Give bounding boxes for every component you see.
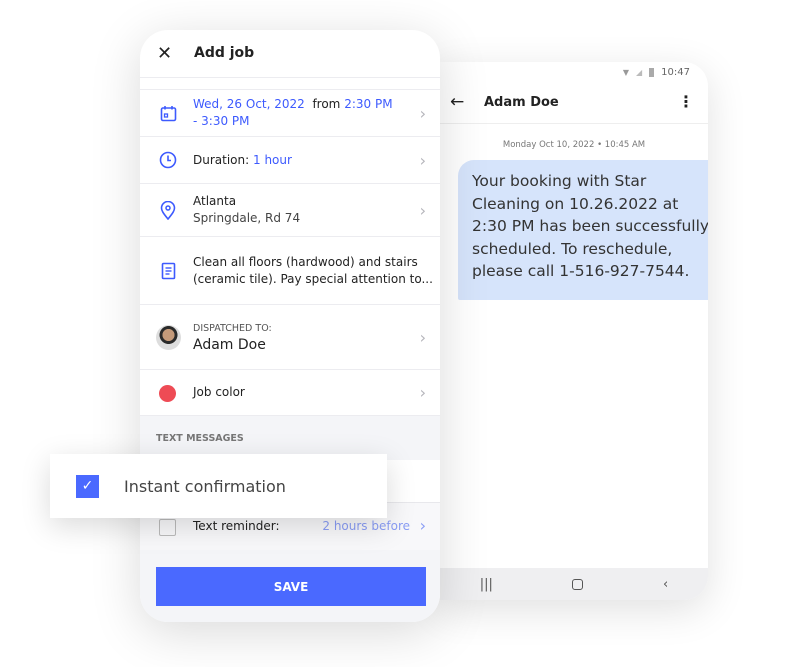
location-street: Springdale, Rd 74 [193, 211, 301, 225]
chevron-right-icon: › [419, 103, 426, 123]
location-row[interactable]: Atlanta Springdale, Rd 74 › [140, 184, 440, 237]
time-end: 3:30 PM [201, 114, 250, 128]
more-options-icon[interactable]: ⋮ [678, 92, 694, 111]
job-color-row[interactable]: Job color › [140, 370, 440, 416]
location-pin-icon [158, 200, 178, 220]
dispatched-row[interactable]: DISPATCHED TO: Adam Doe › [140, 305, 440, 370]
add-job-header: ✕ Add job [140, 30, 440, 78]
recent-apps-icon[interactable]: ||| [480, 577, 493, 592]
instant-confirmation-label: Instant confirmation [124, 477, 286, 496]
checkbox-checked-icon[interactable]: ✓ [76, 475, 99, 498]
calendar-icon [158, 103, 178, 123]
duration-label: Duration: [193, 152, 250, 167]
android-nav-bar: ||| ‹ [440, 568, 708, 600]
location-city: Atlanta [193, 194, 237, 208]
notes-row[interactable]: Clean all floors (hardwood) and stairs (c… [140, 237, 440, 305]
close-icon[interactable]: ✕ [157, 43, 172, 64]
battery-icon [649, 68, 655, 77]
job-color-swatch [159, 385, 176, 402]
dispatched-label: DISPATCHED TO: [193, 323, 272, 334]
contact-name: Adam Doe [484, 95, 559, 110]
page-title: Add job [194, 45, 255, 61]
status-bar: ▼ ◢ 10:47 [623, 67, 690, 78]
chevron-right-icon: › [419, 383, 426, 402]
from-label: from [312, 97, 341, 111]
sms-phone: ▼ ◢ 10:47 ← Adam Doe ⋮ Monday Oct 10, 20… [440, 62, 708, 600]
clock-icon [158, 150, 178, 170]
back-icon[interactable]: ‹ [663, 577, 668, 592]
partial-row [140, 78, 440, 90]
date-row[interactable]: Wed, 26 Oct, 2022 from 2:30 PM - 3:30 PM… [140, 90, 440, 137]
job-date: Wed, 26 Oct, 2022 [193, 97, 305, 111]
notes-line: Clean all floors (hardwood) and stairs [193, 254, 418, 269]
chevron-right-icon: › [419, 516, 426, 535]
chevron-right-icon: › [419, 327, 426, 347]
status-time: 10:47 [661, 67, 690, 78]
reminder-value[interactable]: 2 hours before [322, 519, 410, 533]
document-icon [158, 261, 178, 281]
avatar [156, 325, 181, 350]
section-heading: TEXT MESSAGES [156, 433, 244, 444]
signal-icon: ◢ [636, 68, 643, 77]
home-icon[interactable] [572, 578, 584, 590]
sms-header: ← Adam Doe ⋮ [440, 84, 708, 124]
instant-confirmation-card[interactable]: ✓ Instant confirmation [50, 454, 387, 518]
duration-value: 1 hour [253, 152, 292, 167]
duration-row[interactable]: Duration: 1 hour › [140, 137, 440, 184]
notes-line: (ceramic tile). Pay special attention to… [193, 271, 433, 286]
reminder-label: Text reminder: [193, 519, 280, 533]
text-messages-section: TEXT MESSAGES Text reminder: 2 hours bef… [140, 416, 440, 622]
message-timestamp: Monday Oct 10, 2022 • 10:45 AM [502, 140, 646, 150]
save-button[interactable]: SAVE [156, 567, 426, 606]
back-arrow-icon[interactable]: ← [450, 92, 464, 112]
job-color-label: Job color [193, 385, 245, 399]
add-job-phone: ✕ Add job Wed, 26 Oct, 2022 from 2:30 PM… [140, 30, 440, 622]
chevron-right-icon: › [419, 150, 426, 170]
reminder-checkbox[interactable] [159, 519, 176, 536]
dispatched-name: Adam Doe [193, 337, 266, 353]
chevron-right-icon: › [419, 200, 426, 220]
wifi-icon: ▼ [622, 68, 630, 77]
message-bubble: Your booking with Star Cleaning on 10.26… [458, 160, 708, 300]
